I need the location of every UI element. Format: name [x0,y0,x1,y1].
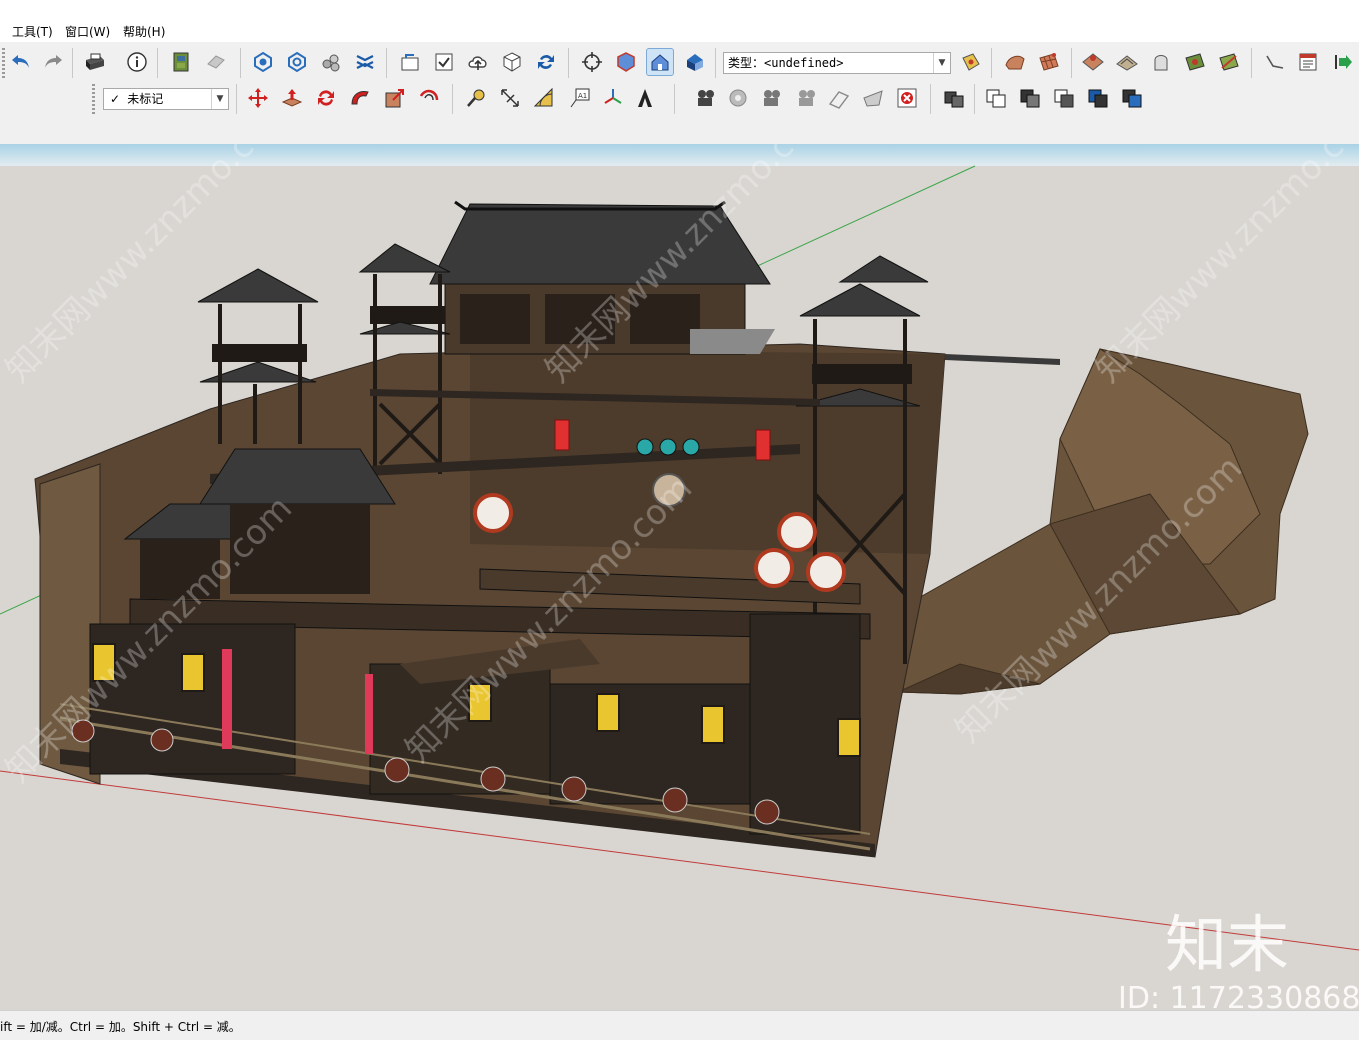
separator [991,48,992,78]
separator [240,48,241,78]
move-arrows-icon[interactable] [244,84,272,112]
flip-edge-icon[interactable] [1215,48,1243,76]
menu-tools[interactable]: 工具(T) [12,24,53,40]
model-info-icon[interactable] [123,48,151,76]
type-dropdown[interactable]: 类型：<undefined> ▼ [723,52,951,74]
separator [452,84,453,114]
menu-bar: 工具(T) 窗口(W) 帮助(H) [0,0,1359,42]
union-icon[interactable] [982,84,1010,112]
separator [236,84,237,114]
rotate-icon[interactable] [312,84,340,112]
section-plane-icon[interactable] [825,84,853,112]
smoove-icon[interactable] [1147,48,1175,76]
trim-icon[interactable] [1084,84,1112,112]
brand-watermark: 知末 [1165,908,1289,981]
intersect-icon[interactable] [1050,84,1078,112]
component-attributes-icon[interactable] [283,48,311,76]
offset-icon[interactable] [415,84,443,112]
3d-text-icon[interactable] [631,84,659,112]
toolbar-area: 类型：<undefined> ▼ ✓ 未标记 ▼ A1 [0,42,1359,145]
tag-dropdown[interactable]: ✓ 未标记 ▼ [103,88,229,110]
toolbar-row-2: ✓ 未标记 ▼ A1 [0,81,1359,117]
stamp-icon[interactable] [1113,48,1141,76]
separator [386,48,387,78]
undo-icon[interactable] [7,48,35,76]
follow-me-icon[interactable] [346,84,374,112]
boxes-icon[interactable] [940,84,968,112]
svg-text:A1: A1 [578,92,587,100]
look-around-icon[interactable] [724,84,752,112]
scene-canvas[interactable]: 知末网www.znzmo.com 知末网www.znzmo.com 知末网www… [0,144,1359,1010]
camera-position-icon[interactable] [691,84,719,112]
walk-icon[interactable] [757,84,785,112]
component-options-icon[interactable] [249,48,277,76]
refresh-icon[interactable] [532,48,560,76]
protractor-icon[interactable] [530,84,558,112]
push-pull-icon[interactable] [278,84,306,112]
toolbar-grip[interactable] [92,84,95,114]
section-fill-icon[interactable] [859,84,887,112]
id-watermark: ID: 1172330868 [1118,981,1359,1010]
subtract-icon[interactable] [1016,84,1044,112]
split-icon[interactable] [1118,84,1146,112]
toolbar-row-1: 类型：<undefined> ▼ [0,45,1359,81]
pencil-line-icon[interactable] [1261,48,1289,76]
texture-paint-icon[interactable] [1035,48,1063,76]
separator [568,48,569,78]
type-dropdown-value: 类型：<undefined> [728,56,844,70]
section-display-icon[interactable] [893,84,921,112]
components-icon[interactable] [168,48,196,76]
redo-icon[interactable] [39,48,67,76]
separator [974,84,975,114]
package-icon[interactable] [498,48,526,76]
paint-attributes-icon[interactable] [957,48,985,76]
scale-icon[interactable] [381,84,409,112]
status-bar: ift = 加/减。Ctrl = 加。Shift + Ctrl = 减。 [0,1010,1359,1040]
cloud-upload-icon[interactable] [464,48,492,76]
model-viewport[interactable]: 知末网www.znzmo.com 知末网www.znzmo.com 知末网www… [0,144,1359,1010]
toolbar-grip[interactable] [2,48,5,78]
lion-heads [636,438,700,456]
text-label-icon[interactable]: A1 [566,84,594,112]
export-icon[interactable] [1328,48,1356,76]
status-text: ift = 加/减。Ctrl = 加。Shift + Ctrl = 减。 [0,1020,241,1034]
eraser-icon[interactable] [202,48,230,76]
outer-shell-icon[interactable] [351,48,379,76]
separator [72,48,73,78]
separator [674,84,675,114]
sandbox-drape-icon[interactable] [1001,48,1029,76]
separator [1071,48,1072,78]
check-icon: ✓ [110,92,121,106]
axes-icon[interactable] [599,84,627,112]
checkbox-icon[interactable] [430,48,458,76]
tape-measure-icon[interactable] [462,84,490,112]
solid-inspector-icon[interactable] [317,48,345,76]
tag-dropdown-value: 未标记 [127,92,164,106]
menu-window[interactable]: 窗口(W) [65,24,110,40]
chevron-down-icon[interactable]: ▼ [933,53,950,73]
chevron-down-icon[interactable]: ▼ [211,89,228,109]
house-iso-icon[interactable] [681,48,709,76]
separator [930,84,931,114]
contour-icon[interactable] [1181,48,1209,76]
dimension-icon[interactable] [496,84,524,112]
orbit-target-icon[interactable] [578,48,606,76]
section-cube-icon[interactable] [612,48,640,76]
separator [1251,48,1252,78]
separator [715,48,716,78]
grid-sheet-icon[interactable] [1079,48,1107,76]
menu-help[interactable]: 帮助(H) [123,24,165,40]
camera-icon[interactable] [792,84,820,112]
report-icon[interactable] [1294,48,1322,76]
house-view-icon[interactable] [646,48,674,76]
print-icon[interactable] [80,48,108,76]
open-file-icon[interactable] [396,48,424,76]
separator [157,48,158,78]
